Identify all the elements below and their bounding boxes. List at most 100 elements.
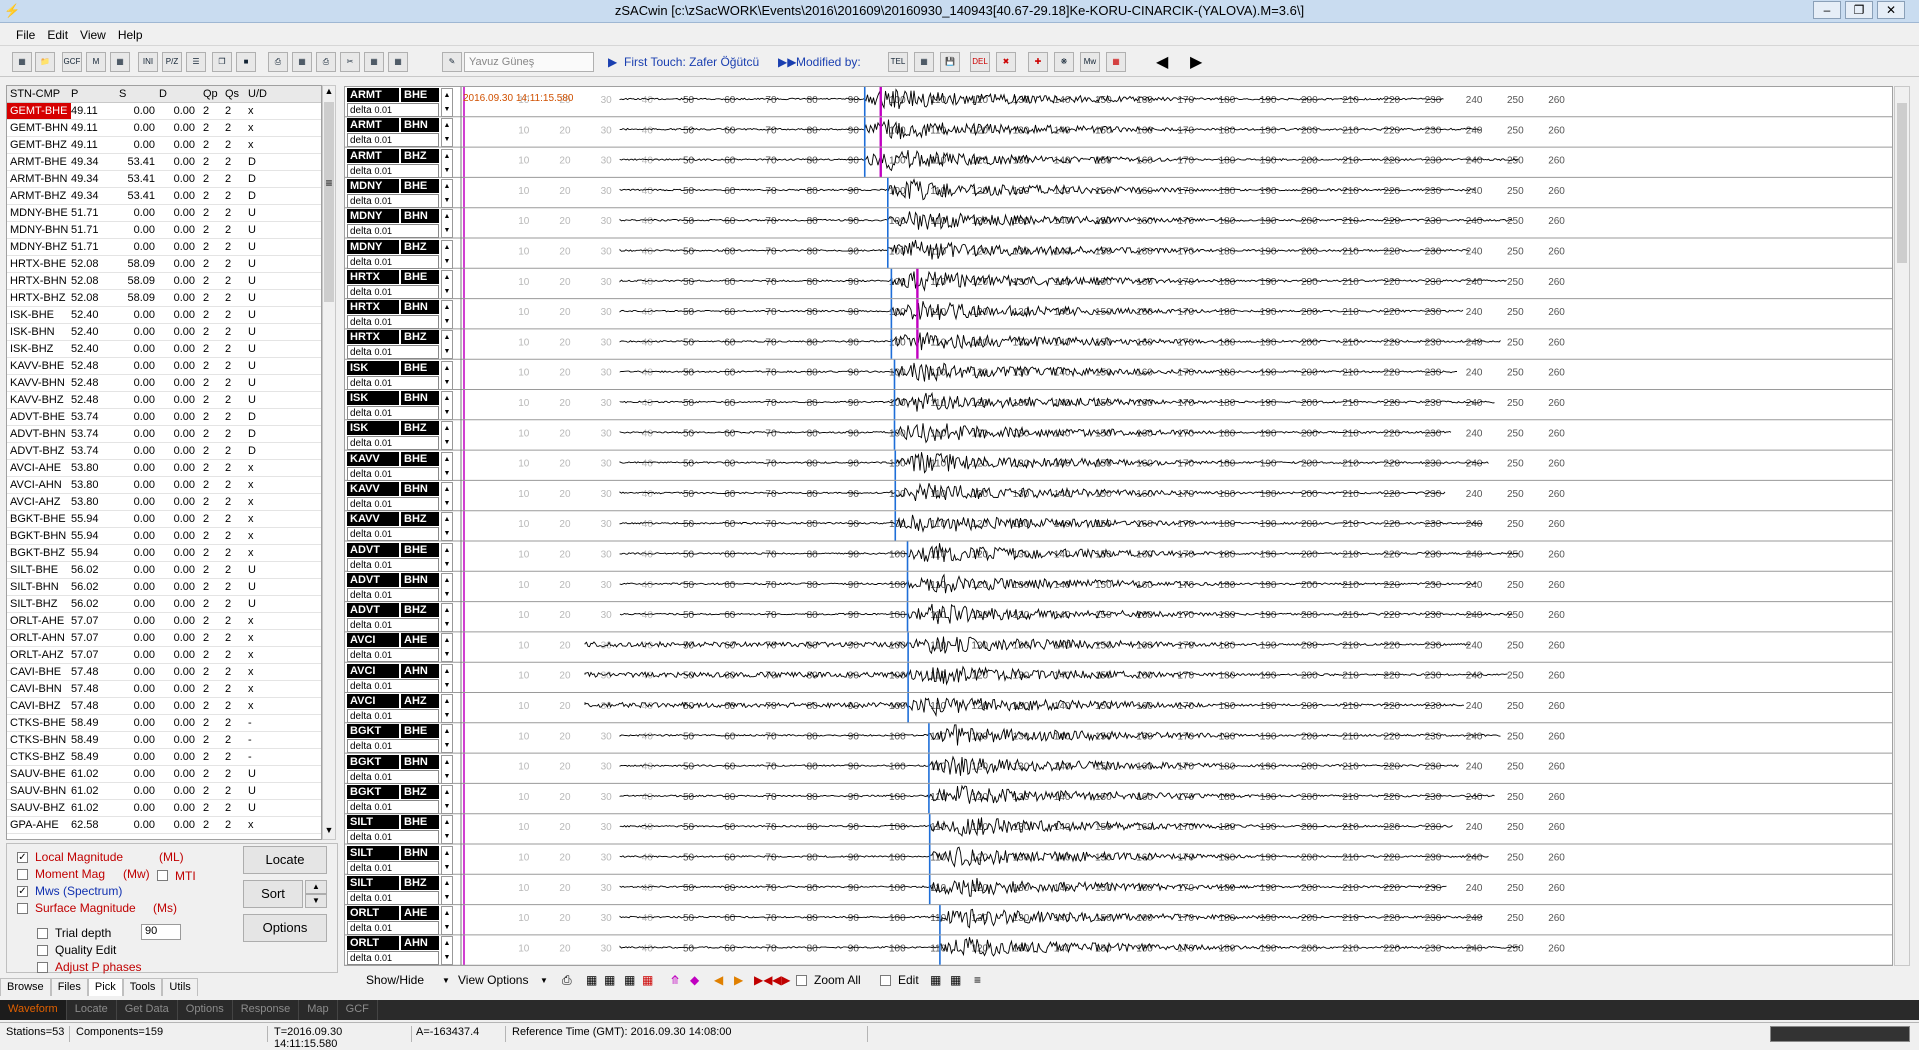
tele-icon[interactable]: TEL — [888, 52, 908, 72]
tab-pick[interactable]: Pick — [87, 978, 123, 996]
waveform-panel[interactable]: 10 20 30 40 50 60 70 80 90 100 110 120 130 140 150 160 1… — [344, 86, 1893, 966]
table-row[interactable]: ADVT-BHE 53.74 0.00 0.00 2 2 D — [7, 409, 321, 426]
cut-icon[interactable]: ✂ — [340, 52, 360, 72]
channel-spin-icon[interactable]: ▲ ▼ — [441, 391, 453, 420]
tab-utils[interactable]: Utils — [162, 978, 198, 996]
tab-response[interactable]: Response — [233, 1000, 300, 1020]
channel-spin-icon[interactable]: ▲ ▼ — [441, 512, 453, 542]
expand-horizontal-icon[interactable]: ▶◀ — [754, 973, 772, 987]
save-icon[interactable]: 💾 — [940, 52, 960, 72]
channel-label[interactable]: AVCI AHZ delta 0.01 ▲ ▼ — [347, 694, 457, 724]
tab-locate[interactable]: Locate — [67, 1000, 117, 1020]
channel-label[interactable]: KAVV BHE delta 0.01 ▲ ▼ — [347, 451, 457, 482]
open-event-icon[interactable]: ▦ — [12, 52, 32, 72]
col-s[interactable]: S — [119, 88, 163, 100]
channel-label[interactable]: ISK BHZ delta 0.01 ▲ ▼ — [347, 421, 457, 451]
sort-down-icon[interactable]: ▼ — [305, 894, 327, 908]
expand-vertical-icon[interactable]: ⤊ — [670, 973, 680, 987]
channel-spin-icon[interactable]: ▲ ▼ — [441, 300, 453, 330]
channel-label[interactable]: MDNY BHE delta 0.01 ▲ ▼ — [347, 178, 457, 209]
sort-button[interactable]: Sort — [243, 880, 303, 908]
seismogram-trace[interactable] — [619, 88, 1444, 110]
menu-view[interactable]: View — [74, 24, 112, 42]
table-row[interactable]: MDNY-BHN 51.71 0.00 0.00 2 2 U — [7, 222, 321, 239]
print-wave-icon[interactable]: ⎙ — [562, 973, 572, 988]
close-button[interactable]: ✕ — [1877, 1, 1905, 19]
grid-pick-icon[interactable]: ▦ — [604, 973, 615, 987]
table-row[interactable]: BGKT-BHZ 55.94 0.00 0.00 2 2 x — [7, 545, 321, 562]
waveform-scroll-thumb[interactable] — [1897, 103, 1907, 263]
table-row[interactable]: AVCI-AHE 53.80 0.00 0.00 2 2 x — [7, 460, 321, 477]
channel-label[interactable]: MDNY BHN delta 0.01 ▲ ▼ — [347, 209, 457, 239]
table-row[interactable]: HRTX-BHE 52.08 58.09 0.00 2 2 U — [7, 256, 321, 273]
col-ud[interactable]: U/D — [248, 88, 267, 100]
channel-label[interactable]: ISK BHN delta 0.01 ▲ ▼ — [347, 391, 457, 421]
channel-spin-icon[interactable]: ▲ ▼ — [441, 178, 453, 208]
save-disabled-icon[interactable]: ▦ — [914, 52, 934, 72]
calendar-view-icon[interactable]: ▦ — [642, 973, 653, 987]
channel-spin-icon[interactable]: ▲ ▼ — [441, 542, 453, 572]
channel-label[interactable]: HRTX BHN delta 0.01 ▲ ▼ — [347, 300, 457, 330]
table-row[interactable]: KAVV-BHN 52.48 0.00 0.00 2 2 U — [7, 375, 321, 392]
locate-button[interactable]: Locate — [243, 846, 327, 874]
channel-spin-icon[interactable]: ▲ ▼ — [441, 360, 453, 390]
seismogram-trace[interactable] — [619, 362, 1457, 382]
channel-spin-icon[interactable]: ▲ ▼ — [441, 330, 453, 360]
channel-spin-icon[interactable]: ▲ ▼ — [441, 209, 453, 239]
table-row[interactable]: ORLT-AHZ 57.07 0.00 0.00 2 2 x — [7, 647, 321, 664]
station-table-scrollbar[interactable]: ▲ ≡ ▼ — [322, 85, 336, 840]
zoom-all-checkbox[interactable] — [796, 975, 807, 986]
tab-get-data[interactable]: Get Data — [117, 1000, 178, 1020]
channel-spin-icon[interactable]: ▲ ▼ — [441, 754, 453, 784]
mti-checkbox[interactable] — [157, 870, 168, 881]
channel-label[interactable]: ORLT AHE delta 0.01 ▲ ▼ — [347, 906, 457, 936]
pdf-icon[interactable]: ■ — [236, 52, 256, 72]
waveform-canvas[interactable]: 10 20 30 40 50 60 70 80 90 100 110 120 130 140 150 160 1… — [345, 87, 1893, 966]
channel-spin-icon[interactable]: ▲ ▼ — [441, 239, 453, 269]
table-row[interactable]: ARMT-BHN 49.34 53.41 0.00 2 2 D — [7, 171, 321, 188]
table-row[interactable]: MDNY-BHZ 51.71 0.00 0.00 2 2 U — [7, 239, 321, 256]
trial-depth-checkbox[interactable] — [37, 928, 48, 939]
next-icon[interactable]: ▶ — [1190, 52, 1202, 72]
channel-label[interactable]: MDNY BHZ delta 0.01 ▲ ▼ — [347, 239, 457, 270]
table-row[interactable]: CAVI-BHE 57.48 0.00 0.00 2 2 x — [7, 664, 321, 681]
gcf-icon[interactable]: GCF — [62, 52, 82, 72]
table-row[interactable]: ISK-BHE 52.40 0.00 0.00 2 2 U — [7, 307, 321, 324]
seismogram-trace[interactable] — [619, 423, 1452, 444]
channel-label[interactable]: ARMT BHE delta 0.01 ▲ ▼ — [347, 88, 457, 118]
copy-icon[interactable]: ❐ — [212, 52, 232, 72]
table-row[interactable]: KAVV-BHE 52.48 0.00 0.00 2 2 U — [7, 358, 321, 375]
table-row[interactable]: GPA-AHE 62.58 0.00 0.00 2 2 x — [7, 817, 321, 834]
table-row[interactable]: CTKS-BHE 58.49 0.00 0.00 2 2 - — [7, 715, 321, 732]
tab-waveform[interactable]: Waveform — [0, 1000, 67, 1020]
tab-map[interactable]: Map — [299, 1000, 338, 1020]
scroll-down-icon[interactable]: ▼ — [324, 825, 334, 839]
table-row[interactable]: ADVT-BHN 53.74 0.00 0.00 2 2 D — [7, 426, 321, 443]
table-row[interactable]: CTKS-BHZ 58.49 0.00 0.00 2 2 - — [7, 749, 321, 766]
adjust-p-checkbox[interactable] — [37, 962, 48, 973]
open-folder-icon[interactable]: 📁 — [35, 52, 55, 72]
table-row[interactable]: ISK-BHZ 52.40 0.00 0.00 2 2 U — [7, 341, 321, 358]
moment-mag-checkbox[interactable] — [17, 869, 28, 880]
table-row[interactable]: GEMT-BHZ 49.11 0.00 0.00 2 2 x — [7, 137, 321, 154]
print-preview-icon[interactable]: ⎙ — [268, 52, 288, 72]
grid-view-icon[interactable]: ▦ — [586, 973, 597, 987]
table-row[interactable]: SAUV-BHE 61.02 0.00 0.00 2 2 U — [7, 766, 321, 783]
channel-label[interactable]: SILT BHN delta 0.01 ▲ ▼ — [347, 845, 457, 876]
col-qs[interactable]: Qs — [225, 88, 239, 100]
map-icon[interactable]: M — [86, 52, 106, 72]
table-row[interactable]: ADVT-BHZ 53.74 0.00 0.00 2 2 D — [7, 443, 321, 460]
channel-label[interactable]: ISK BHE delta 0.01 ▲ ▼ — [347, 360, 457, 391]
sort-up-icon[interactable]: ▲ — [305, 880, 327, 894]
maximize-button[interactable]: ❐ — [1845, 1, 1873, 19]
seismogram-trace[interactable] — [619, 755, 1459, 776]
seismogram-trace[interactable] — [619, 724, 1501, 746]
table-row[interactable]: ARMT-BHE 49.34 53.41 0.00 2 2 D — [7, 154, 321, 171]
channel-spin-icon[interactable]: ▲ ▼ — [441, 845, 453, 875]
table-row[interactable]: GEMT-BHE 49.11 0.00 0.00 2 2 x — [7, 103, 321, 120]
channel-spin-icon[interactable]: ▲ ▼ — [441, 88, 453, 117]
channel-spin-icon[interactable]: ▲ ▼ — [441, 936, 453, 965]
tab-tools[interactable]: Tools — [122, 978, 163, 996]
pole-zero-icon[interactable]: P/Z — [162, 52, 182, 72]
channel-label[interactable]: ARMT BHZ delta 0.01 ▲ ▼ — [347, 148, 457, 179]
